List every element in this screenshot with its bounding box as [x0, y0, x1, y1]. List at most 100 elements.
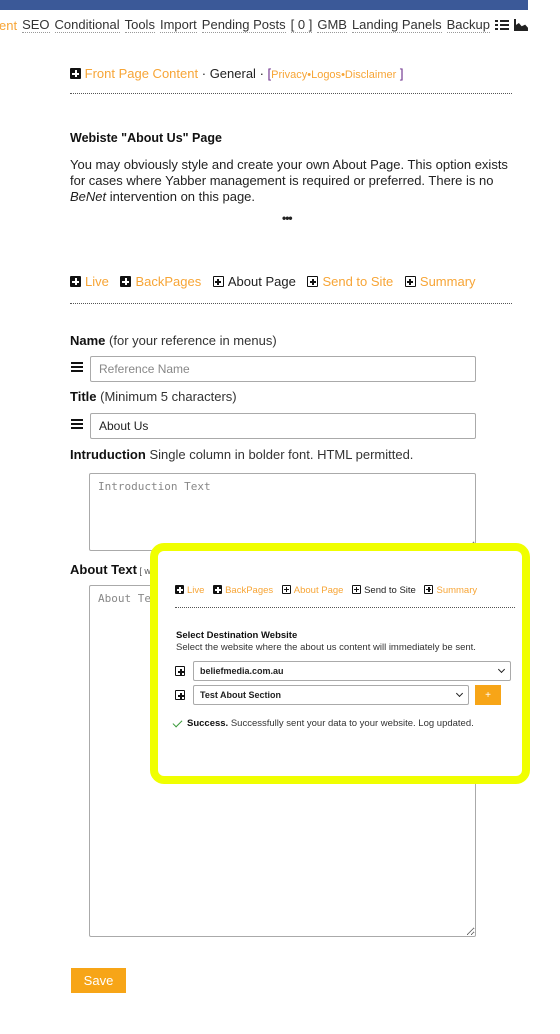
tab-label: Live [85, 274, 109, 289]
dotted-divider [175, 607, 515, 608]
description-text: You may obviously style and create your … [70, 157, 508, 188]
tab-label: About Page [293, 585, 344, 596]
breadcrumb-disclaimer[interactable]: Disclaimer [345, 69, 396, 81]
panel-tab-live[interactable]: Live [175, 585, 204, 596]
tab-summary[interactable]: Summary [404, 274, 476, 289]
title-input[interactable] [90, 413, 476, 439]
section-select-row: Test About Section + [175, 685, 501, 705]
website-select[interactable]: beliefmedia.com.au [193, 661, 511, 681]
nav-item-tools[interactable]: Tools [124, 17, 155, 33]
send-to-site-panel: Live BackPages About Page Send to Site S… [158, 551, 522, 776]
label-strong: About Text [70, 562, 137, 577]
top-nav: ent SEO Conditional Tools Import Pending… [0, 17, 528, 33]
about-text-label: About Text [ wi [70, 562, 153, 577]
select-value: beliefmedia.com.au [200, 666, 284, 676]
plus-square-icon [424, 585, 434, 594]
tab-about-page[interactable]: About Page [212, 274, 296, 289]
bracket-close: ] [399, 66, 404, 81]
nav-item-pending-count[interactable]: [ 0 ] [290, 17, 313, 33]
tab-label: Summary [436, 585, 478, 596]
nav-item-import[interactable]: Import [159, 17, 197, 33]
label-hint: (for your reference in menus) [105, 333, 277, 348]
tab-backpages[interactable]: BackPages [120, 274, 201, 289]
label-strong: Title [70, 389, 97, 404]
top-brand-bar [0, 0, 528, 10]
section-description: You may obviously style and create your … [70, 157, 520, 205]
plus-box-icon [213, 585, 223, 594]
panel-tab-backpages[interactable]: BackPages [213, 585, 273, 596]
tab-label: Summary [419, 274, 476, 289]
plus-square-icon [352, 585, 362, 594]
section-select[interactable]: Test About Section [193, 685, 469, 705]
ellipsis-divider: ••• [282, 211, 293, 225]
label-hint: (Minimum 5 characters) [96, 389, 237, 404]
label-hint: Single column in bolder font. HTML permi… [145, 447, 414, 462]
panel-tab-send-to-site[interactable]: Send to Site [352, 585, 416, 596]
panel-tab-summary[interactable]: Summary [424, 585, 477, 596]
plus-box-icon [175, 585, 184, 594]
label-strong: Intruduction [70, 447, 146, 462]
destination-description: Select the website where the about us co… [176, 642, 476, 653]
reference-name-input[interactable] [90, 356, 476, 382]
breadcrumb-privacy[interactable]: Privacy [271, 69, 307, 81]
plus-square-icon [281, 585, 291, 594]
section-title: Webiste "About Us" Page [70, 131, 222, 145]
page-tabs: Live BackPages About Page Send to Site S… [70, 274, 484, 289]
description-text: intervention on this page. [106, 189, 256, 204]
introduction-textarea[interactable] [89, 473, 476, 551]
tab-label: About Page [227, 274, 296, 289]
introduction-label: Intruduction Single column in bolder fon… [70, 447, 413, 462]
tab-live[interactable]: Live [70, 274, 109, 289]
name-label: Name (for your reference in menus) [70, 333, 277, 348]
plus-square-icon[interactable] [175, 666, 185, 676]
chevron-down-icon [455, 689, 464, 698]
tab-label: BackPages [225, 585, 274, 596]
plus-box-icon[interactable] [70, 68, 81, 79]
success-strong: Success. [187, 718, 229, 729]
plus-square-icon [307, 276, 319, 287]
plus-square-icon[interactable] [175, 690, 185, 700]
label-strong: Name [70, 333, 106, 348]
plus-square-icon [404, 276, 416, 287]
nav-item-content[interactable]: ent [0, 18, 17, 33]
chart-icon[interactable] [513, 19, 528, 31]
breadcrumb: Front Page Content · General · [Privacy•… [70, 66, 404, 81]
plus-box-icon [120, 276, 132, 287]
checkmark-icon [172, 717, 183, 727]
plus-box-icon [70, 276, 81, 287]
list-icon[interactable] [494, 19, 509, 31]
nav-item-gmb[interactable]: GMB [317, 17, 347, 33]
tab-label: BackPages [135, 274, 202, 289]
tab-label: Send to Site [322, 274, 394, 289]
panel-tab-about-page[interactable]: About Page [281, 585, 344, 596]
chevron-down-icon [497, 665, 506, 674]
drag-handle-icon[interactable] [71, 362, 83, 372]
breadcrumb-logos[interactable]: Logos [311, 69, 341, 81]
breadcrumb-separator: · [259, 66, 264, 81]
destination-title: Select Destination Website [176, 630, 298, 641]
select-value: Test About Section [200, 690, 281, 700]
description-emphasis: BeNet [70, 189, 107, 204]
nav-item-pending-posts[interactable]: Pending Posts [201, 17, 286, 33]
breadcrumb-general: General [209, 66, 256, 81]
breadcrumb-separator: · [201, 66, 207, 81]
nav-item-seo[interactable]: SEO [22, 17, 50, 33]
tab-send-to-site[interactable]: Send to Site [307, 274, 393, 289]
add-section-button[interactable]: + [475, 685, 501, 705]
success-text: Successfully sent your data to your webs… [228, 718, 474, 729]
save-button[interactable]: Save [71, 968, 126, 993]
title-label: Title (Minimum 5 characters) [70, 389, 237, 404]
plus-square-icon [212, 276, 224, 287]
website-select-row: beliefmedia.com.au [175, 661, 511, 681]
tab-label: Live [187, 585, 205, 596]
nav-item-landing-panels[interactable]: Landing Panels [351, 17, 442, 33]
drag-handle-icon[interactable] [71, 419, 83, 429]
tab-label: Send to Site [364, 585, 416, 596]
success-message: Success. Successfully sent your data to … [172, 717, 474, 729]
dotted-divider [70, 303, 512, 304]
panel-tabs: Live BackPages About Page Send to Site S… [175, 585, 483, 596]
breadcrumb-front-page-content[interactable]: Front Page Content [85, 66, 198, 81]
nav-item-conditional[interactable]: Conditional [54, 17, 120, 33]
dotted-divider [70, 93, 512, 94]
nav-item-backup[interactable]: Backup [446, 17, 490, 33]
